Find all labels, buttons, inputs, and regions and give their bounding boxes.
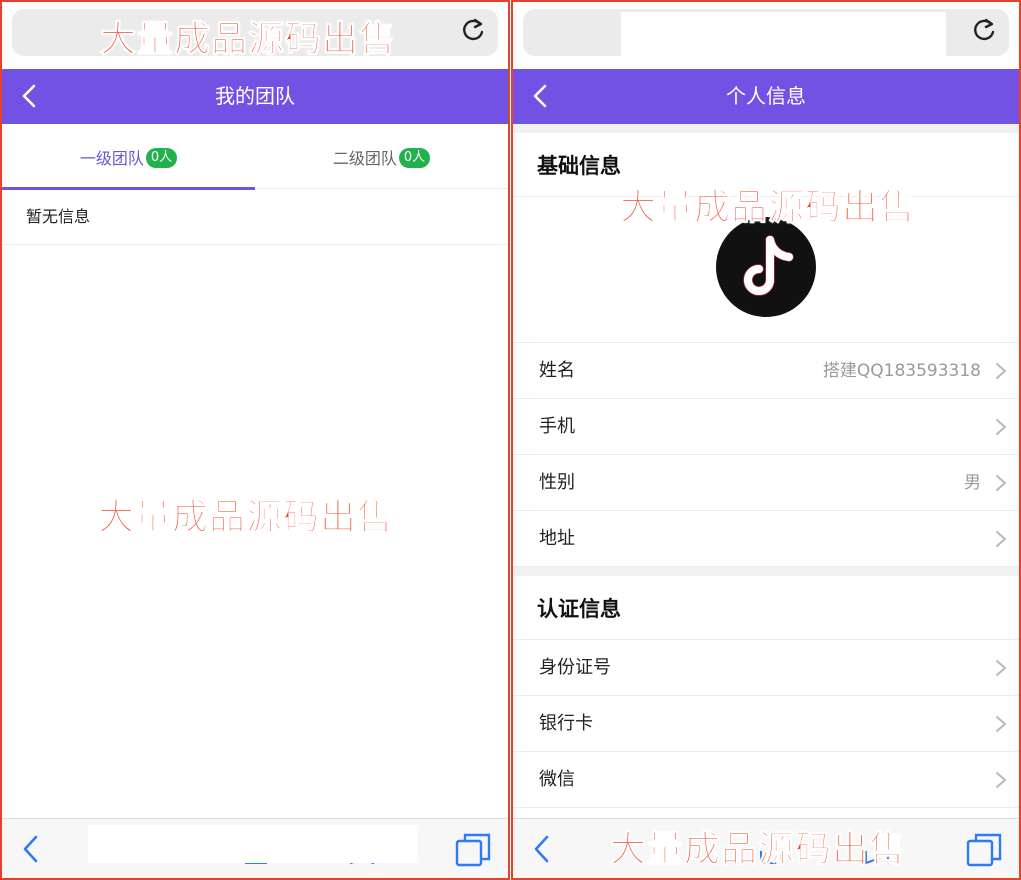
tabs-icon[interactable] (454, 831, 492, 869)
watermark-text: 大量成品源码出售 (99, 19, 397, 61)
row-address[interactable]: 地址 (513, 511, 1019, 567)
section-spacer (513, 567, 1019, 576)
watermark-text: 大量成品源码出售 (609, 829, 907, 871)
chevron-right-icon (996, 772, 1007, 788)
row-label: 身份证号 (539, 657, 611, 678)
chevron-right-icon (996, 363, 1007, 379)
row-label: 手机 (539, 416, 575, 437)
avatar[interactable] (716, 217, 816, 317)
tab-label: 二级团队 (332, 149, 397, 168)
chevron-right-icon (996, 475, 1007, 491)
section-spacer (513, 124, 1019, 133)
chevron-right-icon (996, 419, 1007, 435)
row-gender[interactable]: 性别 男 (513, 455, 1019, 511)
row-value: 搭建QQ183593318 (822, 361, 981, 381)
row-id-number[interactable]: 身份证号 (513, 640, 1019, 696)
tabs-icon[interactable] (965, 831, 1003, 869)
chevron-right-icon (996, 660, 1007, 676)
team-tabs: 一级团队 0人 二级团队 0人 (2, 124, 508, 190)
auth-info-heading: 认证信息 (513, 576, 1019, 640)
page-title: 个人信息 (726, 84, 806, 108)
browser-toolbar (2, 818, 508, 878)
reload-icon[interactable] (969, 15, 999, 45)
row-name[interactable]: 姓名 搭建QQ183593318 (513, 343, 1019, 399)
chevron-right-icon (996, 716, 1007, 732)
row-wechat[interactable]: 微信 (513, 752, 1019, 808)
row-label: 姓名 (539, 360, 575, 381)
tab-label: 一级团队 (79, 149, 144, 168)
row-value: 男 (964, 473, 981, 493)
url-blank-area (621, 12, 946, 56)
nav-header: 我的团队 (2, 69, 508, 124)
screen-divider (508, 0, 513, 880)
chevron-left-icon[interactable] (529, 833, 555, 865)
reload-icon[interactable] (458, 15, 488, 45)
count-badge: 0人 (398, 147, 431, 168)
left-screen: 我的团队 一级团队 0人 二级团队 0人 暂无信息 (2, 2, 508, 878)
toolbar-blank-area (88, 825, 418, 863)
nav-header: 个人信息 (513, 69, 1019, 124)
tab-first-level-team[interactable]: 一级团队 0人 (2, 124, 255, 190)
page-title: 我的团队 (215, 84, 295, 108)
row-phone[interactable]: 手机 (513, 399, 1019, 455)
row-label: 微信 (539, 769, 575, 790)
watermark-text: 大量成品源码出售 (97, 497, 395, 539)
tiktok-logo-icon (743, 235, 794, 296)
row-bank-card[interactable]: 银行卡 (513, 696, 1019, 752)
row-label: 地址 (539, 528, 575, 549)
row-label: 银行卡 (539, 713, 593, 734)
chevron-left-icon[interactable] (18, 833, 44, 865)
watermark-text: 大量成品源码出售 (619, 187, 917, 229)
browser-url-bar (513, 2, 1019, 69)
row-label: 性别 (539, 472, 575, 493)
right-screen: 个人信息 基础信息 姓名 搭建QQ183593318 手机 性别 男 地址 认证… (513, 2, 1019, 878)
empty-state-message: 暂无信息 (2, 189, 508, 245)
count-badge: 0人 (145, 147, 178, 168)
tab-second-level-team[interactable]: 二级团队 0人 (255, 124, 508, 189)
chevron-right-icon (996, 531, 1007, 547)
